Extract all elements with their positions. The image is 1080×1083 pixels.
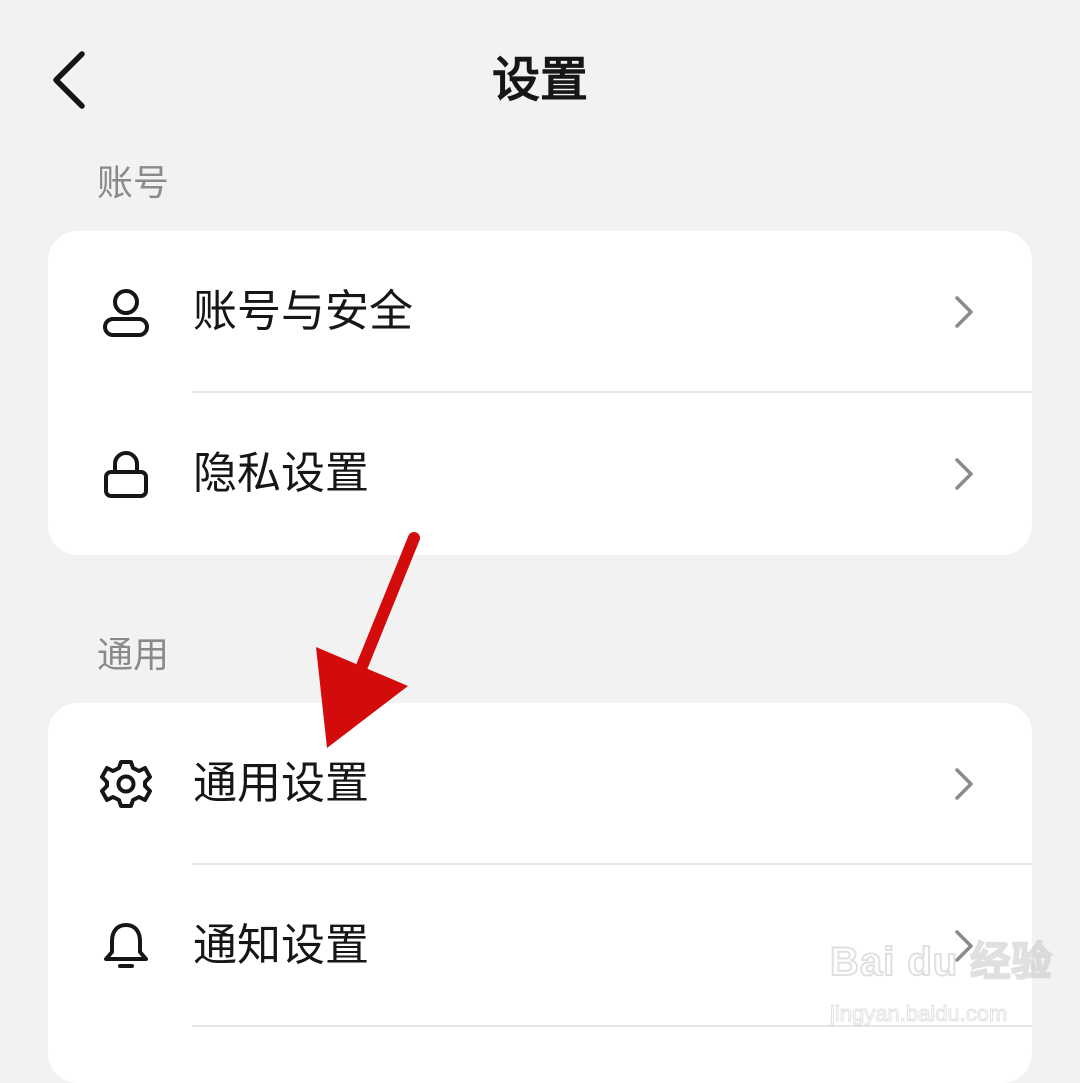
settings-item-privacy[interactable]: 隐私设置 [48,393,1032,555]
gear-icon [100,758,152,810]
chevron-right-icon [952,294,976,330]
chevron-right-icon [952,928,976,964]
account-card: 账号与安全 隐私设置 [48,231,1032,555]
page-title: 设置 [491,52,588,108]
chevron-right-icon [952,766,976,802]
general-card: 通用设置 通知设置 [48,703,1032,1083]
header-bar: 设置 [0,0,1080,160]
lock-icon [100,448,152,500]
bell-icon [100,920,152,972]
settings-item-label: 通知设置 [193,920,369,971]
section-title-account: 账号 [97,163,170,204]
settings-item-label: 账号与安全 [193,286,413,337]
settings-item-label: 隐私设置 [193,448,369,499]
settings-item-general[interactable]: 通用设置 [48,703,1032,865]
settings-item-notifications[interactable]: 通知设置 [48,865,1032,1027]
settings-item-account-security[interactable]: 账号与安全 [48,231,1032,393]
section-title-general: 通用 [97,635,170,676]
chevron-right-icon [952,456,976,492]
row-divider [192,1025,1032,1027]
user-icon [100,286,152,338]
settings-item-label: 通用设置 [193,758,369,809]
